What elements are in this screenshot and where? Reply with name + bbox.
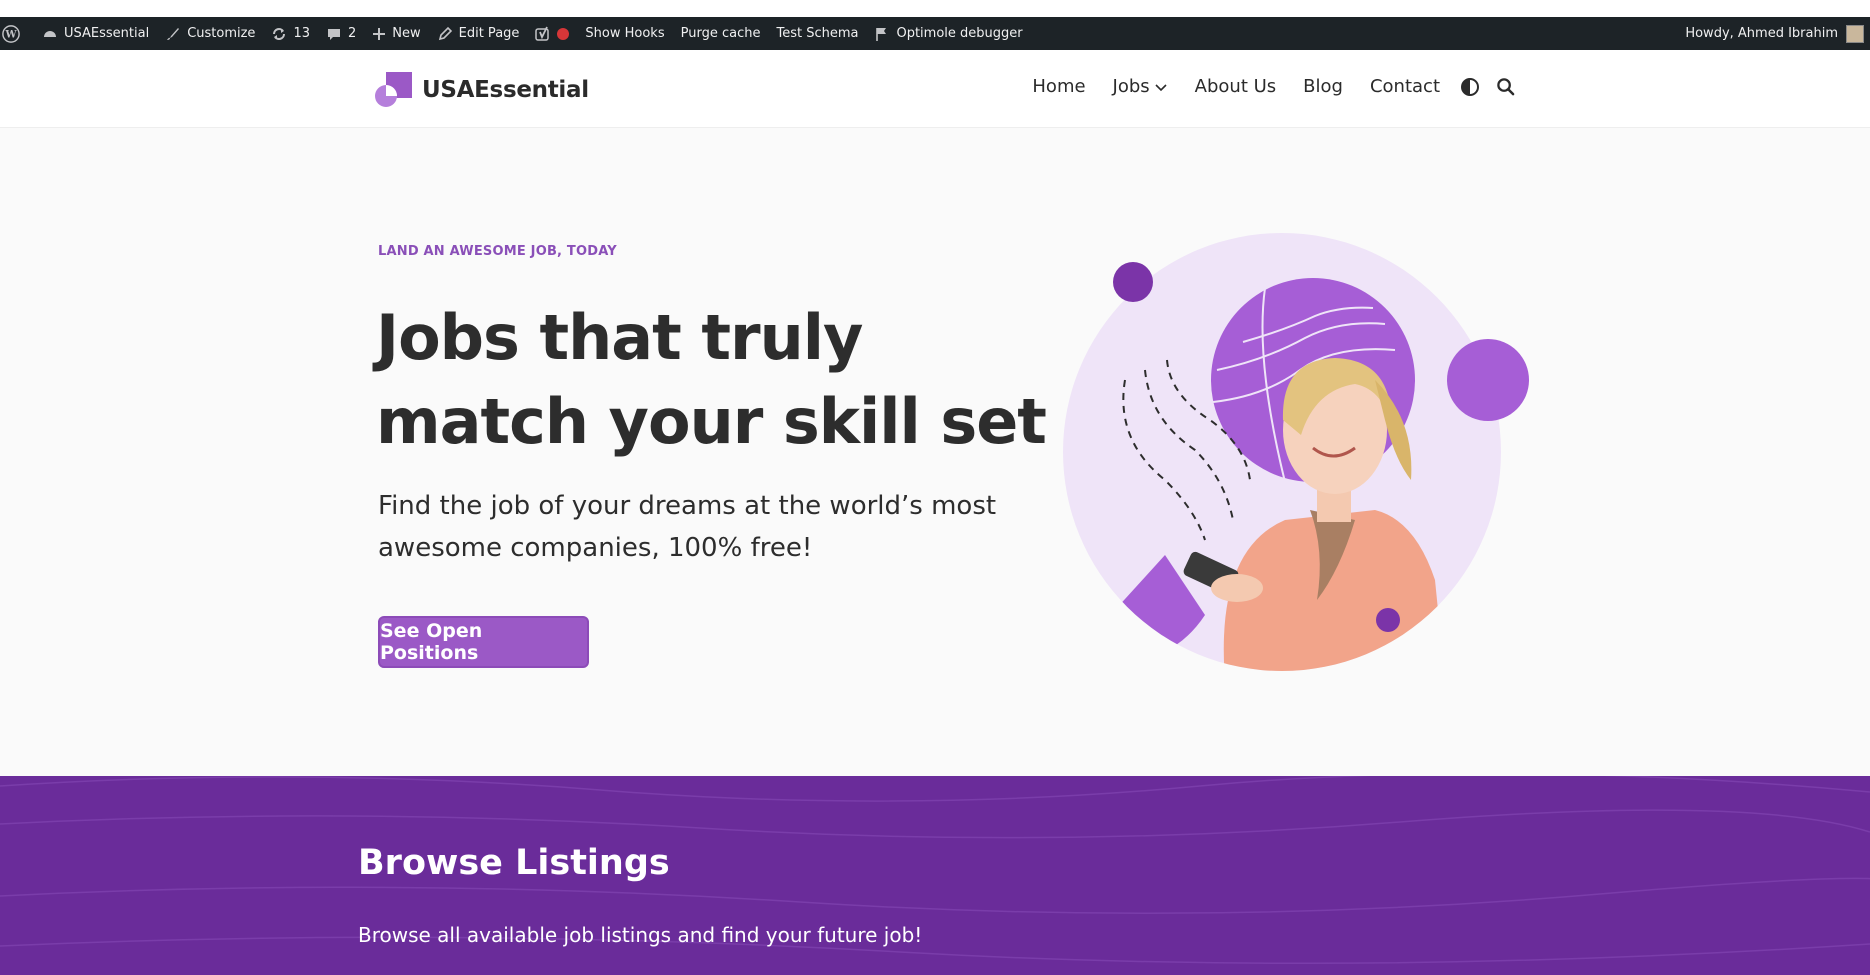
search-icon	[1497, 78, 1515, 96]
nav-home[interactable]: Home	[1032, 76, 1085, 97]
comments-link[interactable]: 2	[318, 17, 364, 50]
hero-headline: Jobs that truly match your skill set	[376, 301, 1047, 458]
nav-jobs-label: Jobs	[1112, 76, 1150, 97]
browse-listings-section: Browse Listings Browse all available job…	[0, 776, 1870, 975]
new-label: New	[392, 26, 421, 41]
customize-label: Customize	[187, 26, 256, 41]
updates-link[interactable]: 13	[263, 17, 318, 50]
show-hooks-link[interactable]: Show Hooks	[577, 17, 672, 50]
new-content-link[interactable]: New	[364, 17, 428, 50]
chevron-down-icon	[1155, 83, 1167, 91]
contrast-icon	[1461, 77, 1479, 96]
pencil-icon	[438, 26, 452, 40]
edit-page-label: Edit Page	[458, 26, 520, 41]
browser-tab-strip	[0, 0, 1870, 17]
dot-right	[1447, 339, 1529, 421]
nav-jobs[interactable]: Jobs	[1113, 76, 1168, 97]
dashboard-icon	[44, 30, 56, 37]
nav-blog[interactable]: Blog	[1303, 76, 1343, 97]
nav-about[interactable]: About Us	[1195, 76, 1277, 97]
flag-icon	[876, 27, 887, 41]
show-hooks-label: Show Hooks	[585, 26, 665, 41]
logo-mark-icon	[375, 72, 412, 107]
brush-icon	[167, 27, 180, 40]
optimole-debugger-link[interactable]: Optimole debugger	[866, 17, 1030, 50]
hero-subtext: Find the job of your dreams at the world…	[378, 491, 997, 563]
hero-eyebrow: LAND AN AWESOME JOB, TODAY	[378, 244, 617, 259]
admin-site-name[interactable]: USAEssential	[34, 17, 157, 50]
dot-top-left	[1113, 262, 1153, 302]
site-header: USAEssential Home Jobs About Us Blog Con…	[0, 50, 1870, 128]
howdy-label: Howdy, Ahmed Ibrahim	[1685, 26, 1838, 41]
updates-count: 13	[293, 26, 310, 41]
refresh-icon	[273, 27, 286, 40]
edit-page-link[interactable]: Edit Page	[429, 17, 528, 50]
yoast-seo-link[interactable]	[527, 17, 577, 50]
purge-cache-label: Purge cache	[680, 26, 761, 41]
test-schema-link[interactable]: Test Schema	[768, 17, 866, 50]
browse-title: Browse Listings	[358, 843, 670, 883]
my-account-link[interactable]: Howdy, Ahmed Ibrahim	[1677, 17, 1870, 50]
optimole-label: Optimole debugger	[896, 26, 1023, 41]
site-logo[interactable]: USAEssential	[374, 72, 589, 108]
logo-text: USAEssential	[422, 77, 589, 103]
wordpress-logo-icon[interactable]: W	[0, 17, 34, 50]
comments-count: 2	[347, 26, 357, 41]
test-schema-label: Test Schema	[776, 26, 859, 41]
hero-section: LAND AN AWESOME JOB, TODAY Jobs that tru…	[0, 128, 1870, 776]
plus-icon	[373, 27, 386, 40]
avatar	[1846, 24, 1864, 43]
dot-bottom	[1376, 608, 1400, 632]
seo-status-dot	[557, 27, 570, 40]
search-button[interactable]	[1496, 77, 1515, 96]
browse-subtitle: Browse all available job listings and fi…	[358, 923, 923, 947]
nav-contact[interactable]: Contact	[1370, 76, 1440, 97]
wave-pattern	[0, 776, 1870, 965]
site-name-label: USAEssential	[64, 26, 150, 41]
comment-icon	[327, 28, 340, 40]
admin-bar: W USAEssential Customize 13 2 New Edit P…	[0, 17, 1870, 50]
main-navigation: Home Jobs About Us Blog Contact	[1005, 76, 1515, 97]
svg-text:W: W	[4, 29, 17, 40]
purge-cache-link[interactable]: Purge cache	[673, 17, 769, 50]
see-open-positions-button[interactable]: See Open Positions	[378, 616, 589, 668]
hero-illustration	[1063, 233, 1529, 671]
dark-mode-toggle[interactable]	[1460, 77, 1480, 97]
customize-link[interactable]: Customize	[157, 17, 263, 50]
yoast-icon	[535, 26, 550, 41]
